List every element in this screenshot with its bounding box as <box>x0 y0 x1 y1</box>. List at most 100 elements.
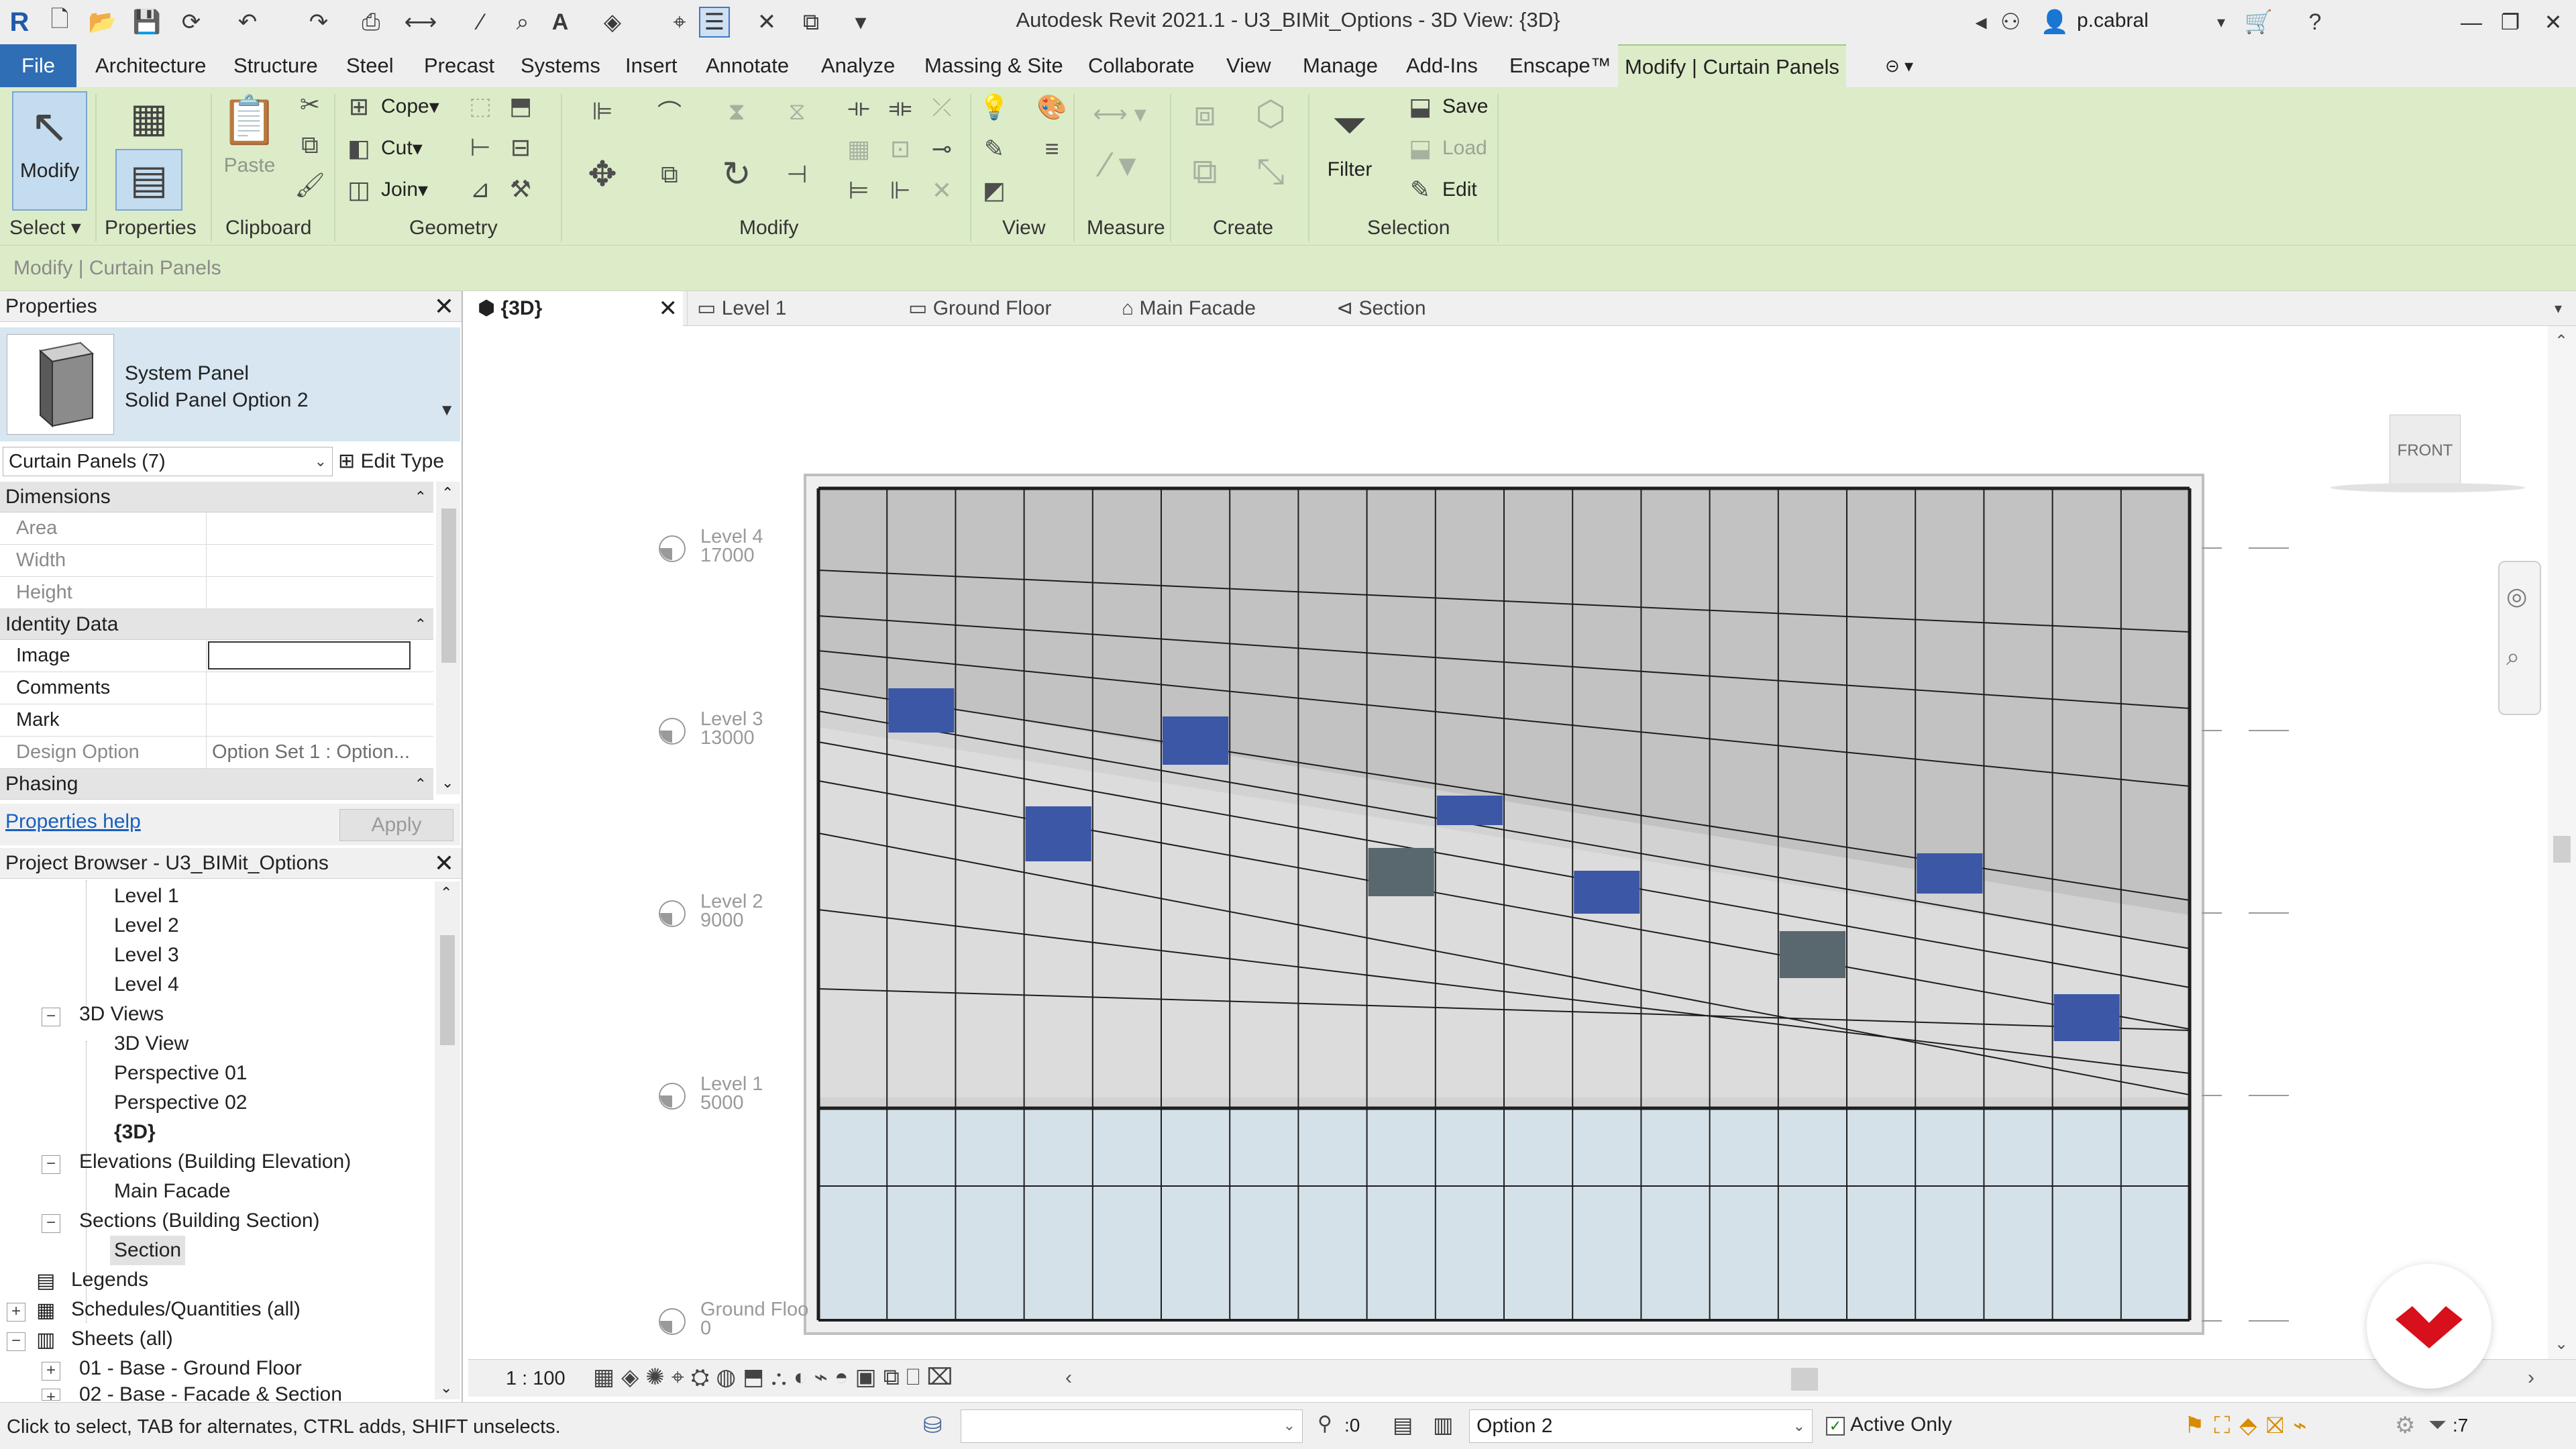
tab-annotate[interactable]: Annotate <box>699 44 796 87</box>
mirror-draw-icon[interactable]: ⧖ <box>770 94 824 129</box>
linework-icon[interactable]: ✎ <box>977 131 1012 166</box>
edit-type-button[interactable]: ⊞ Edit Type <box>338 447 444 476</box>
category-identity-data[interactable]: Identity Data ⌃ <box>0 609 433 640</box>
pin-icon[interactable]: ⊸ <box>924 131 959 166</box>
align-tool-icon[interactable]: ⊫ <box>576 94 629 129</box>
section-icon[interactable]: ⌖ <box>664 7 695 38</box>
tree-item-3d-current[interactable]: {3D} <box>114 1118 156 1147</box>
join-button[interactable]: ◫ Join ▾ <box>342 172 428 208</box>
curtain-wall-facade[interactable] <box>468 326 2548 1359</box>
scroll-thumb[interactable] <box>440 935 455 1045</box>
mirror-axis-icon[interactable]: ⧗ <box>710 94 763 129</box>
restore-icon[interactable]: ❐ <box>2490 4 2530 40</box>
collapse-arrow-icon[interactable]: ◂ <box>1966 7 1996 38</box>
scroll-left-icon[interactable]: ‹ <box>1065 1366 1072 1389</box>
tree-item-sections[interactable]: Sections (Building Section) <box>79 1206 320 1236</box>
expand-toggle-icon[interactable]: − <box>7 1332 25 1351</box>
tab-analyze[interactable]: Analyze <box>814 44 902 87</box>
user-dropdown-icon[interactable]: ▾ <box>2206 7 2237 38</box>
tree-item-level-1[interactable]: Level 1 <box>114 881 179 911</box>
properties-toggle-button[interactable]: ▤ <box>115 149 182 211</box>
hide-in-view-icon[interactable]: 💡 <box>977 90 1012 125</box>
switch-windows-icon[interactable]: ⧉ <box>796 7 826 38</box>
scroll-up-icon[interactable]: ⌃ <box>441 484 453 502</box>
open-icon[interactable]: 📂 <box>87 7 118 38</box>
help-icon[interactable]: ? <box>2300 7 2330 38</box>
tree-item-perspective-02[interactable]: Perspective 02 <box>114 1088 247 1118</box>
view-lines-icon[interactable]: ≡ <box>1034 131 1069 166</box>
create-parts-icon[interactable]: ⧈ <box>1178 95 1232 133</box>
cart-icon[interactable]: 🛒 <box>2243 7 2274 38</box>
tree-item-main-facade[interactable]: Main Facade <box>114 1177 230 1206</box>
revit-logo-icon[interactable]: R <box>4 7 35 38</box>
unpin-icon[interactable]: ⤫ <box>924 90 959 125</box>
group-select-label[interactable]: Select ▾ <box>9 215 81 241</box>
level-head-icon[interactable] <box>659 718 686 745</box>
view-control-icons[interactable]: ▦◈✺⌖⛭◍⬒⛬◐⌁◓▣⧉⎕⌧ <box>593 1364 960 1391</box>
dimension-icon[interactable]: ⁄ <box>466 7 496 38</box>
scroll-up-icon[interactable]: ⌃ <box>440 884 452 902</box>
redo-icon[interactable]: ↷ <box>303 7 334 38</box>
apply-button[interactable]: Apply <box>339 809 453 841</box>
scroll-down-icon[interactable]: ⌄ <box>2555 1334 2568 1354</box>
worksets-icon[interactable]: ⛁ <box>923 1412 943 1439</box>
scroll-thumb[interactable] <box>441 508 456 663</box>
tree-item-perspective-01[interactable]: Perspective 01 <box>114 1059 247 1088</box>
mark-field[interactable] <box>208 704 409 736</box>
view-vertical-scrollbar[interactable]: ⌃ ⌄ <box>2548 326 2576 1359</box>
match-properties-icon[interactable]: 🖌 <box>292 168 327 203</box>
properties-close-icon[interactable]: ✕ <box>431 291 458 322</box>
aligned-dimension-icon[interactable]: ⁄ ▾ <box>1089 146 1150 184</box>
copy-element-icon[interactable]: ⧉ <box>643 157 696 192</box>
tab-overflow-icon[interactable]: ▾ <box>2555 291 2562 326</box>
create-similar-icon[interactable]: ⤡ <box>1244 152 1297 191</box>
level-head-icon[interactable] <box>659 535 686 562</box>
override-graphics-icon[interactable]: 🎨 <box>1034 90 1069 125</box>
tree-item-3d-views[interactable]: 3D Views <box>79 1000 164 1029</box>
level-head-icon[interactable] <box>659 1083 686 1110</box>
navigation-bar[interactable]: ◎ ⌕ <box>2498 561 2541 715</box>
tree-item-sheet-01[interactable]: 01 - Base - Ground Floor <box>79 1354 302 1383</box>
tree-item-legends[interactable]: Legends <box>71 1265 148 1295</box>
expand-toggle-icon[interactable]: − <box>42 1008 60 1026</box>
tree-item-sheets[interactable]: Sheets (all) <box>71 1324 173 1354</box>
design-option-select[interactable]: Option 2 ⌄ <box>1469 1409 1813 1443</box>
split-gap-icon[interactable]: ⟚ <box>883 90 918 125</box>
user-name[interactable]: p.cabral <box>2077 9 2149 32</box>
close-hidden-icon[interactable]: ✕ <box>751 7 782 38</box>
cope-button[interactable]: ⊞ Cope ▾ <box>342 89 439 125</box>
tree-item-schedules[interactable]: Schedules/Quantities (all) <box>71 1295 301 1324</box>
tab-precast[interactable]: Precast <box>417 44 501 87</box>
paste-button[interactable]: 📋 Paste <box>216 87 283 177</box>
print-icon[interactable]: ⎙ <box>356 7 386 38</box>
save-icon[interactable]: 💾 <box>131 7 162 38</box>
expand-toggle-icon[interactable]: + <box>42 1389 60 1401</box>
tab-modify-curtain-panels[interactable]: Modify | Curtain Panels <box>1618 44 1846 87</box>
browser-close-icon[interactable]: ✕ <box>431 848 458 879</box>
create-assembly-icon[interactable]: ⧉ <box>1178 152 1232 191</box>
editing-requests-icon[interactable]: ⚲ <box>1318 1412 1332 1436</box>
tree-item-elevations[interactable]: Elevations (Building Elevation) <box>79 1147 351 1177</box>
offset-icon[interactable]: ⌒ <box>643 94 696 129</box>
binoculars-icon[interactable]: ⚇ <box>1995 7 2026 38</box>
tab-steel[interactable]: Steel <box>339 44 400 87</box>
text-icon[interactable]: A <box>545 7 576 38</box>
view-tab-main-facade[interactable]: ⌂ Main Facade <box>1116 291 1256 326</box>
align-icon[interactable]: ⊿ <box>463 172 498 207</box>
tab-view[interactable]: View <box>1220 44 1278 87</box>
viewcube-compass[interactable] <box>2330 483 2525 492</box>
measure-between-icon[interactable]: ⟷ ▾ <box>1083 97 1157 131</box>
tree-item-sheet-02[interactable]: 02 - Base - Facade & Section <box>79 1383 342 1401</box>
measure-icon[interactable]: ⟷ <box>405 7 437 38</box>
3d-view-icon[interactable]: ◈ <box>597 7 628 38</box>
scroll-up-icon[interactable]: ⌃ <box>2555 331 2568 351</box>
view-tab-level-1[interactable]: ▭ Level 1 <box>687 291 786 326</box>
scroll-down-icon[interactable]: ⌄ <box>440 1379 452 1397</box>
category-phasing[interactable]: Phasing ⌃ <box>0 769 433 800</box>
tab-insert[interactable]: Insert <box>619 44 684 87</box>
trim-multiple-icon[interactable]: ⊨ <box>841 173 876 208</box>
zoom-icon[interactable]: ⌕ <box>2506 643 2520 672</box>
sync-icon[interactable]: ⟳ <box>176 7 207 38</box>
comments-field[interactable] <box>208 672 409 704</box>
view-template-icon[interactable]: ◩ <box>977 173 1012 208</box>
